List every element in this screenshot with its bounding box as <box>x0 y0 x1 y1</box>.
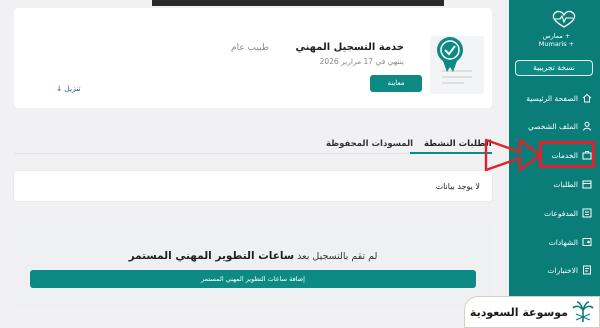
download-label: تنزيل <box>64 84 81 93</box>
add-cpd-hours-button[interactable]: إضافة ساعات التطوير المهني المستمر <box>30 270 476 288</box>
cpd-prefix: لم تقم بالتسجيل بعد <box>297 251 378 262</box>
service-title: خدمة التسجيل المهني <box>295 42 404 53</box>
active-tab-indicator <box>410 152 492 154</box>
brand-name-en: Mumaris + <box>538 40 575 48</box>
sidebar-item-certificates[interactable]: الشهادات <box>509 233 600 251</box>
sidebar-item-label: المدفوعات <box>544 208 578 218</box>
payments-icon <box>582 208 592 218</box>
red-arrow-icon <box>484 138 542 172</box>
brand-name-ar: ممارس + <box>542 32 571 40</box>
certificate-icon <box>430 36 484 94</box>
exams-icon <box>582 265 592 275</box>
trial-version-button[interactable]: نسخة تجريبية <box>515 60 593 76</box>
certificates-icon <box>582 237 592 247</box>
empty-state-card: لا يوجد بيانات <box>14 171 492 201</box>
sidebar-item-home[interactable]: الصفحة الرئيسية <box>509 89 600 107</box>
view-button[interactable]: معاينة <box>370 75 422 92</box>
sidebar-item-label: الاختبارات <box>547 265 578 275</box>
watermark: موسوعة السعودية <box>464 296 600 328</box>
service-specialty: طبيب عام <box>231 43 269 53</box>
home-icon <box>582 93 592 103</box>
tab-active-requests[interactable]: الطلبات النشطة <box>424 139 492 149</box>
brand-name: ممارس + Mumaris + <box>517 32 596 48</box>
services-highlight-box <box>539 141 595 168</box>
sidebar-item-label: الصفحة الرئيسية <box>526 93 578 103</box>
top-strip <box>152 0 444 6</box>
sidebar-item-label: الطلبات <box>553 179 578 189</box>
download-link[interactable]: ↓ تنزيل <box>56 84 81 93</box>
empty-message: لا يوجد بيانات <box>435 182 480 191</box>
watermark-text: موسوعة السعودية <box>469 305 568 319</box>
brand-heart-icon <box>552 10 576 28</box>
tab-saved-drafts[interactable]: المسودات المحفوظة <box>326 139 413 149</box>
download-icon: ↓ <box>56 84 63 93</box>
sidebar-item-payments[interactable]: المدفوعات <box>509 204 600 222</box>
requests-icon <box>582 179 592 189</box>
service-card: خدمة التسجيل المهني طبيب عام ينتهي في 17… <box>14 8 492 108</box>
cpd-card: لم تقم بالتسجيل بعد ساعات التطوير المهني… <box>14 222 492 308</box>
cpd-highlight: ساعات التطوير المهني المستمر <box>128 250 295 262</box>
cpd-message: لم تقم بالتسجيل بعد ساعات التطوير المهني… <box>14 250 492 262</box>
user-icon <box>582 121 592 131</box>
brand-logo: ممارس + Mumaris + <box>517 4 596 52</box>
palm-logo-icon <box>572 301 594 322</box>
service-expiry: ينتهي في 17 مرارير 2026 <box>319 57 404 66</box>
sidebar-item-exams[interactable]: الاختبارات <box>509 261 600 279</box>
sidebar-item-label: الشهادات <box>548 237 578 247</box>
